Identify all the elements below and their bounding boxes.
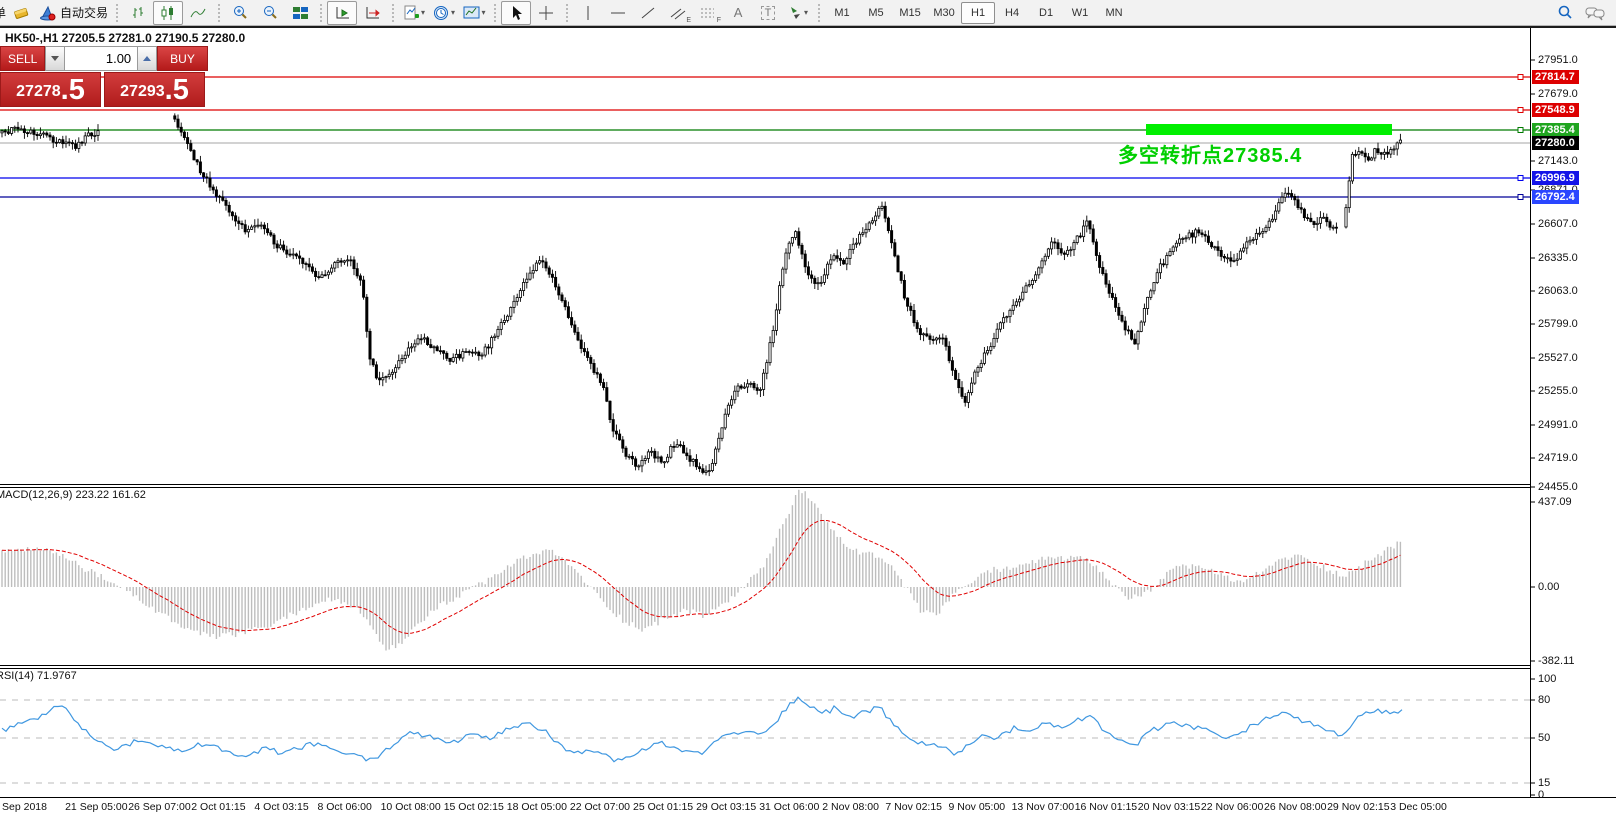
- macd-axis-label: 437.09: [1538, 496, 1572, 508]
- time-axis-label: 20 Nov 03:15: [1138, 801, 1200, 813]
- macd-pane-separator[interactable]: [0, 484, 1530, 488]
- price-level-badge: 27814.7: [1532, 70, 1579, 84]
- one-click-trading-panel: SELL BUY 27278.5 27293.5: [0, 46, 208, 107]
- price-axis-border: [1530, 28, 1531, 797]
- time-axis-label: 22 Nov 06:00: [1201, 801, 1263, 813]
- price-axis-tick-label: 24991.0: [1538, 419, 1578, 431]
- sell-price-main: 27278: [16, 79, 61, 105]
- time-axis-label: 18 Oct 05:00: [507, 801, 567, 813]
- volume-increase-button[interactable]: [137, 46, 157, 71]
- time-axis-label: 25 Oct 01:15: [633, 801, 693, 813]
- price-axis-tick-label: 24455.0: [1538, 481, 1578, 493]
- price-axis-tick-label: 27143.0: [1538, 155, 1578, 167]
- one-click-order-row: SELL BUY: [0, 46, 208, 71]
- price-level-badge: 27280.0: [1532, 136, 1579, 150]
- price-axis-tick-label: 26607.0: [1538, 218, 1578, 230]
- price-axis-tick-label: 27679.0: [1538, 88, 1578, 100]
- time-axis-label: 29 Oct 03:15: [696, 801, 756, 813]
- rsi-axis-label: 100: [1538, 673, 1556, 685]
- time-axis-label: 13 Nov 07:00: [1012, 801, 1074, 813]
- macd-axis-label: -382.11: [1538, 655, 1575, 667]
- buy-button[interactable]: BUY: [157, 46, 208, 71]
- time-axis-label: 10 Oct 08:00: [381, 801, 441, 813]
- time-axis-label: 9 Nov 05:00: [949, 801, 1006, 813]
- horizontal-line-objects[interactable]: [0, 75, 1530, 200]
- time-axis-label: 26 Nov 08:00: [1264, 801, 1326, 813]
- price-axis-tick-label: 27951.0: [1538, 54, 1578, 66]
- price-axis-tick-label: 26063.0: [1538, 285, 1578, 297]
- time-axis-label: 4 Oct 03:15: [254, 801, 308, 813]
- price-axis-tick-label: 26335.0: [1538, 252, 1578, 264]
- time-axis-label: 3 Dec 05:00: [1390, 801, 1447, 813]
- time-axis-label: 29 Nov 02:15: [1327, 801, 1389, 813]
- macd-signal-line: [2, 521, 1400, 634]
- price-axis-tick-label: 25799.0: [1538, 318, 1578, 330]
- time-axis-label: 2 Nov 08:00: [822, 801, 879, 813]
- macd-axis-label: 0.00: [1538, 581, 1559, 593]
- mt4-terminal: { "window": { "title": "HK50-,H1 27205.5…: [0, 0, 1616, 816]
- pivot-annotation-text: 多空转折点27385.4: [1118, 139, 1302, 168]
- rsi-axis-label: 15: [1538, 777, 1550, 789]
- hline-drag-handle[interactable]: [1518, 176, 1523, 181]
- rsi-pane-separator[interactable]: [0, 665, 1530, 669]
- price-axis-tick-label: 25255.0: [1538, 385, 1578, 397]
- time-axis-label: 22 Oct 07:00: [570, 801, 630, 813]
- time-axis-label: 26 Sep 07:00: [128, 801, 190, 813]
- macd-histogram: [2, 490, 1400, 651]
- buy-price-fraction: .5: [165, 76, 189, 105]
- hline-drag-handle[interactable]: [1518, 108, 1523, 113]
- macd-indicator-label: MACD(12,26,9) 223.22 161.62: [0, 489, 146, 501]
- time-axis-border: [0, 797, 1616, 798]
- price-axis-tick-label: 25527.0: [1538, 352, 1578, 364]
- price-level-badge: 26792.4: [1532, 190, 1579, 204]
- time-axis-label: 16 Nov 01:15: [1075, 801, 1137, 813]
- chart-symbol-title: HK50-,H1 27205.5 27281.0 27190.5 27280.0: [5, 31, 245, 45]
- chart-canvas[interactable]: [0, 0, 1616, 816]
- triangle-down-icon: [51, 56, 59, 61]
- sell-price-button[interactable]: 27278.5: [0, 72, 101, 107]
- sell-price-fraction: .5: [61, 76, 85, 105]
- rsi-axis-label: 80: [1538, 694, 1550, 706]
- time-axis-label: 15 Oct 02:15: [444, 801, 504, 813]
- time-axis-label: 31 Oct 06:00: [759, 801, 819, 813]
- hline-drag-handle[interactable]: [1518, 195, 1523, 200]
- buy-price-button[interactable]: 27293.5: [104, 72, 205, 107]
- one-click-price-row: 27278.5 27293.5: [0, 72, 208, 107]
- time-axis-label: 21 Sep 05:00: [65, 801, 127, 813]
- rsi-line: [2, 697, 1402, 762]
- hline-drag-handle[interactable]: [1518, 128, 1523, 133]
- sell-button[interactable]: SELL: [0, 46, 45, 71]
- volume-input[interactable]: [65, 46, 137, 71]
- rsi-indicator-label: RSI(14) 71.9767: [0, 670, 77, 682]
- rsi-axis-label: 50: [1538, 732, 1550, 744]
- time-axis-label: Sep 2018: [2, 801, 47, 813]
- time-axis-label: 2 Oct 01:15: [191, 801, 245, 813]
- rsi-pane-graphics: [0, 697, 1530, 783]
- hline-drag-handle[interactable]: [1518, 75, 1523, 80]
- price-axis-tick-label: 24719.0: [1538, 452, 1578, 464]
- triangle-up-icon: [143, 56, 151, 61]
- volume-decrease-button[interactable]: [45, 46, 65, 71]
- price-level-badge: 27385.4: [1532, 123, 1579, 137]
- time-axis-label: 8 Oct 06:00: [318, 801, 372, 813]
- pivot-zone-rectangle[interactable]: [1146, 124, 1392, 135]
- buy-price-main: 27293: [120, 79, 165, 105]
- price-level-badge: 26996.9: [1532, 171, 1579, 185]
- rsi-axis-label: 0: [1538, 789, 1544, 801]
- price-level-badge: 27548.9: [1532, 103, 1579, 117]
- time-axis-label: 7 Nov 02:15: [885, 801, 942, 813]
